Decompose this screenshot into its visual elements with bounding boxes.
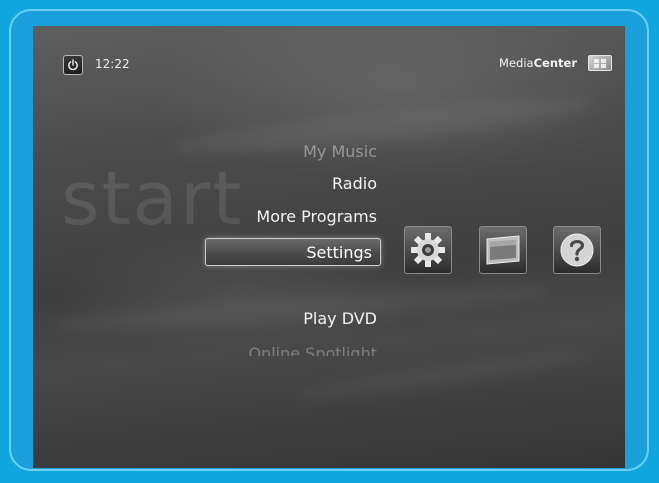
menu-item-my-music[interactable]: My Music [303,142,377,161]
clock: 12:22 [95,57,130,71]
power-icon [68,59,78,71]
light-streak [52,278,554,338]
menu-item-settings-label: Settings [306,243,372,262]
media-center-screen: 12:22 MediaCenter start My Music Radio M… [33,26,625,468]
media-center-logo-text: MediaCenter [499,56,577,70]
windows-flag-icon [588,55,612,71]
settings-tile[interactable] [404,226,452,274]
help-icon [560,233,594,267]
brand-bold: Center [533,56,577,70]
menu-item-more-programs[interactable]: More Programs [256,207,377,226]
menu-item-online-spotlight[interactable]: Online Spotlight [248,344,377,356]
monitor-icon [486,235,520,265]
menu-item-settings[interactable]: Settings [205,238,381,266]
gear-icon [411,233,445,267]
menu-item-play-dvd[interactable]: Play DVD [303,309,377,328]
display-tile[interactable] [479,226,527,274]
brand-prefix: Media [499,56,534,70]
light-streak [172,89,594,163]
help-tile[interactable] [553,226,601,274]
start-watermark: start [61,156,244,242]
menu-item-radio[interactable]: Radio [332,174,377,193]
power-button[interactable] [63,55,83,75]
